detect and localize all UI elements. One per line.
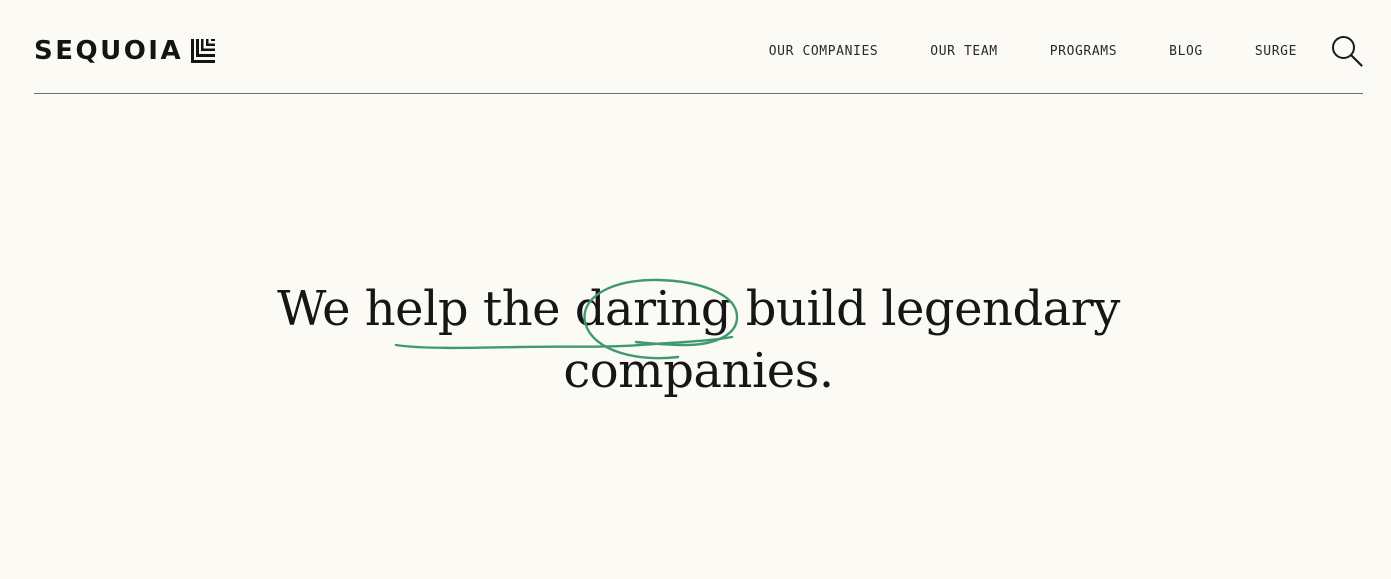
sequoia-logo[interactable]: SEQUOIA: [34, 35, 216, 67]
logo-wordmark: SEQUOIA: [34, 36, 184, 66]
nav-programs[interactable]: PROGRAMS: [1050, 44, 1117, 59]
main-nav: OUR COMPANIES OUR TEAM PROGRAMS BLOG SUR…: [769, 33, 1363, 69]
nav-surge[interactable]: SURGE: [1255, 44, 1297, 59]
nav-our-team[interactable]: OUR TEAM: [930, 44, 997, 59]
search-icon[interactable]: [1331, 35, 1363, 67]
nav-blog[interactable]: BLOG: [1169, 44, 1203, 59]
hero-headline: We help the daring build legendary compa…: [0, 278, 1391, 402]
sequoia-leaf-icon: [191, 39, 216, 63]
hero-line-1: We help the daring build legendary: [277, 281, 1120, 337]
site-header: SEQUOIA OUR COMPANIES OUR TEAM PROGRAMS …: [34, 0, 1363, 94]
hero-line-2: companies.: [563, 343, 834, 399]
nav-our-companies[interactable]: OUR COMPANIES: [769, 44, 879, 59]
